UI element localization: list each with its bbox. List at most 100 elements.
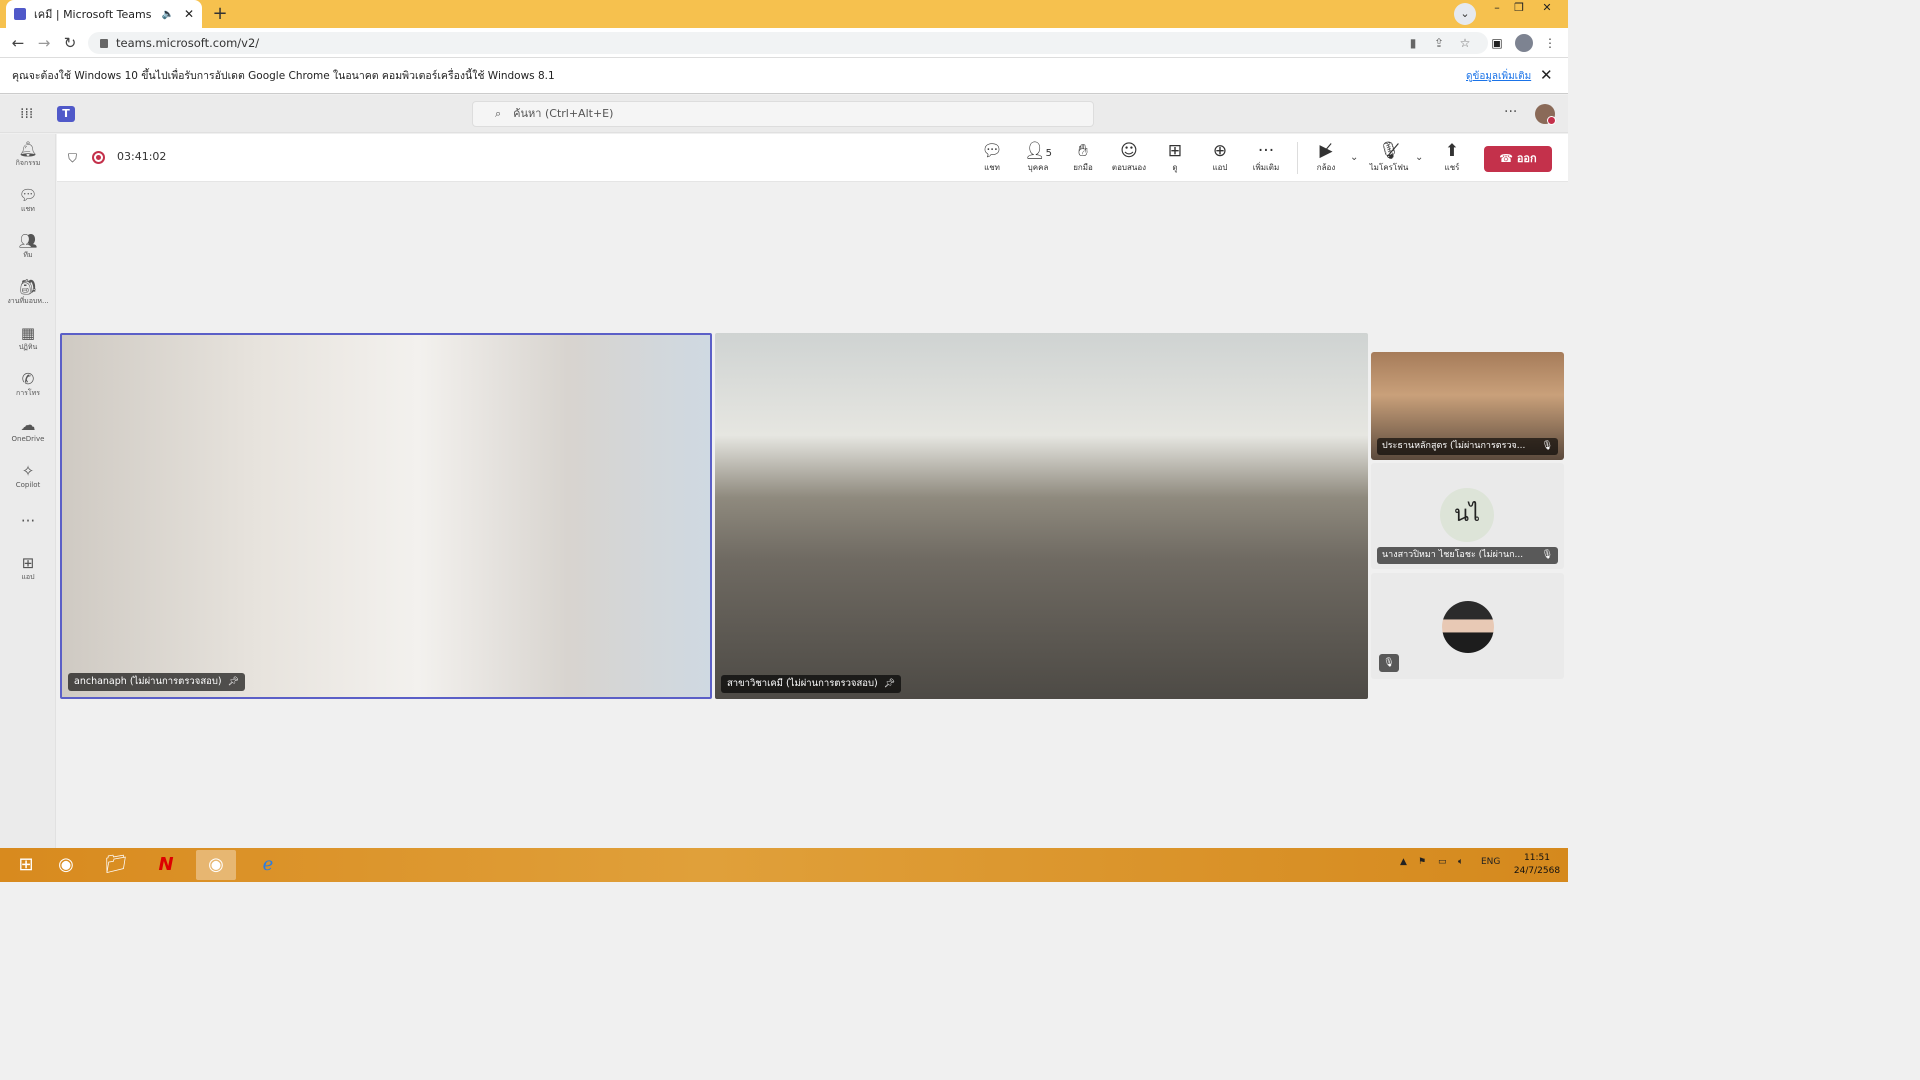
tray-flag-icon[interactable]: ⚑ xyxy=(1418,857,1426,867)
browser-tab-strip xyxy=(0,0,1568,28)
new-tab-button[interactable]: + xyxy=(208,4,232,24)
mic-options-chevron-icon[interactable]: ⌄ xyxy=(1415,152,1423,163)
tray-language[interactable]: ENG xyxy=(1481,857,1500,867)
address-bar[interactable]: teams.microsoft.com/v2/ xyxy=(88,32,1488,54)
rail-item-copilot[interactable]: ✧ Copilot xyxy=(0,462,56,490)
rail-label: กิจกรรม xyxy=(15,159,41,167)
taskbar-clock[interactable]: 11:51 24/7/2568 xyxy=(1512,852,1562,878)
rail-label: ปฏิทิน xyxy=(18,343,38,351)
camera-button[interactable]: ▶̸ กล้อง xyxy=(1303,140,1349,174)
close-window-icon[interactable]: ✕ xyxy=(1536,0,1558,18)
camera-off-icon: ▶̸ xyxy=(1319,141,1333,161)
rail-label: Copilot xyxy=(15,481,41,489)
chrome-active-icon[interactable]: ◉ xyxy=(196,850,236,880)
share-page-icon[interactable]: ⇪ xyxy=(1432,36,1446,50)
people-count: 5 xyxy=(1045,148,1052,159)
leave-label: ออก xyxy=(1516,152,1537,165)
participant-photo-avatar xyxy=(1442,601,1494,653)
browser-profile-avatar[interactable] xyxy=(1515,34,1533,52)
add-app-icon: ⊞ xyxy=(21,554,35,572)
participant-nametag: สาขาวิชาเคมี (ไม่ผ่านการตรวจสอบ) 📌︎ xyxy=(721,675,902,693)
participant-nametag: anchanaph (ไม่ผ่านการตรวจสอบ) 📌︎ xyxy=(68,673,246,691)
copilot-icon: ✧ xyxy=(21,462,35,480)
rail-item-more[interactable]: ··· xyxy=(0,512,56,530)
side-panel-icon[interactable]: ▣ xyxy=(1490,36,1504,50)
teams-logo-icon: T xyxy=(57,106,75,122)
search-placeholder: ค้นหา (Ctrl+Alt+E) xyxy=(513,107,614,120)
video-tile-speaker[interactable]: anchanaph (ไม่ผ่านการตรวจสอบ) 📌︎ xyxy=(60,333,712,699)
clock-time: 11:51 xyxy=(1524,853,1550,863)
tool-label: แชร์ xyxy=(1444,163,1460,172)
lock-icon xyxy=(100,39,108,48)
teams-search-input[interactable]: ⌕ ค้นหา (Ctrl+Alt+E) xyxy=(472,101,1094,127)
react-button[interactable]: ☺ ตอบสนอง xyxy=(1106,140,1152,174)
rail-item-activity[interactable]: 🔔︎ กิจกรรม xyxy=(0,140,56,168)
more-button[interactable]: ··· เพิ่มเติม xyxy=(1243,140,1289,174)
tool-label: บุคคล xyxy=(1027,163,1049,172)
chrome-icon[interactable]: ◉ xyxy=(46,850,86,880)
teams-icon: 👥︎ xyxy=(18,232,38,250)
windows-start-icon[interactable]: ⊞ xyxy=(6,850,46,880)
tray-expand-icon[interactable]: ▲ xyxy=(1400,857,1407,867)
apps-button[interactable]: ⊕ แอป xyxy=(1197,140,1243,174)
view-button[interactable]: ⊞ ดู xyxy=(1152,140,1198,174)
chat-button[interactable]: 💬︎ แชท xyxy=(969,140,1015,174)
shield-icon[interactable]: ⛉ xyxy=(68,151,77,166)
reload-icon[interactable]: ↻ xyxy=(60,33,80,53)
search-icon: ⌕ xyxy=(495,107,502,120)
tray-volume-icon[interactable]: 🔈︎ xyxy=(1458,857,1463,867)
participant-initials-avatar: นไ xyxy=(1440,488,1494,542)
tab-search-icon[interactable]: ⌄ xyxy=(1454,3,1476,25)
rail-label: แชท xyxy=(21,205,35,213)
back-arrow-icon[interactable]: ← xyxy=(8,33,28,53)
settings-more-icon[interactable]: ··· xyxy=(1504,104,1517,120)
browser-tab-active[interactable]: เคมี | Microsoft Teams 🔈 ✕ xyxy=(6,0,202,28)
camera-options-chevron-icon[interactable]: ⌄ xyxy=(1350,152,1358,163)
rail-item-teams[interactable]: 👥︎ ทีม xyxy=(0,232,56,260)
raise-hand-button[interactable]: ✋︎ ยกมือ xyxy=(1060,140,1106,174)
leave-button[interactable]: ☎︎ ออก xyxy=(1484,146,1552,172)
app-n-icon[interactable]: N xyxy=(146,850,186,880)
bookmark-star-icon[interactable]: ☆ xyxy=(1458,36,1472,50)
tab-title: เคมี | Microsoft Teams xyxy=(34,8,152,21)
phone-icon: ✆ xyxy=(21,370,35,388)
pin-icon[interactable]: 📌︎ xyxy=(228,677,239,687)
rail-item-chat[interactable]: 💬︎ แชท xyxy=(0,186,56,214)
browser-menu-icon[interactable]: ⋮ xyxy=(1543,36,1557,50)
video-tile-room[interactable]: สาขาวิชาเคมี (ไม่ผ่านการตรวจสอบ) 📌︎ xyxy=(715,333,1368,699)
mic-muted-icon: 🎙︎ xyxy=(1541,550,1553,560)
rail-label: แอป xyxy=(21,573,35,581)
mic-muted-icon: 🎙︎ xyxy=(1379,654,1399,672)
url-text: teams.microsoft.com/v2/ xyxy=(116,36,260,50)
restore-window-icon[interactable]: ❐ xyxy=(1508,0,1530,18)
rail-item-calls[interactable]: ✆ การโทร xyxy=(0,370,56,398)
pin-icon[interactable]: 📌︎ xyxy=(884,679,895,689)
app-launcher-icon[interactable]: ⁞⁞⁞ xyxy=(20,106,36,122)
infobar-close-icon[interactable]: ✕ xyxy=(1540,66,1553,84)
close-tab-icon[interactable]: ✕ xyxy=(184,7,194,21)
toolbar-divider xyxy=(1297,142,1298,174)
chat-icon: 💬︎ xyxy=(981,141,1003,161)
tool-label: ตอบสนอง xyxy=(1111,163,1147,172)
speaker-icon[interactable]: 🔈 xyxy=(161,9,173,20)
file-explorer-icon[interactable]: 📁︎ xyxy=(96,850,136,880)
share-screen-icon: ⬆︎ xyxy=(1444,141,1460,161)
minimize-window-icon[interactable]: – xyxy=(1486,0,1508,18)
forward-arrow-icon[interactable]: → xyxy=(34,33,54,53)
share-button[interactable]: ⬆︎ แชร์ xyxy=(1429,140,1475,174)
mic-button[interactable]: 🎙︎̸ ไมโครโฟน xyxy=(1366,140,1412,174)
infobar-learn-more-link[interactable]: ดูข้อมูลเพิ่มเติม xyxy=(1466,69,1531,84)
people-button[interactable]: 👤︎5 บุคคล xyxy=(1015,140,1061,174)
rail-item-calendar[interactable]: ▦ ปฏิทิน xyxy=(0,324,56,352)
camera-blocked-icon[interactable]: ▮ xyxy=(1406,36,1420,50)
rail-item-assignments[interactable]: 🎒︎ งานที่มอบห... xyxy=(0,278,56,306)
tray-network-icon[interactable]: ▭ xyxy=(1438,857,1447,867)
internet-explorer-icon[interactable]: ℯ xyxy=(248,850,288,880)
calendar-icon: ▦ xyxy=(20,324,36,342)
cloud-icon: ☁︎ xyxy=(20,416,36,434)
more-icon: ··· xyxy=(1257,141,1275,161)
user-avatar[interactable] xyxy=(1535,104,1556,125)
rail-item-onedrive[interactable]: ☁︎ OneDrive xyxy=(0,416,56,444)
rail-item-apps[interactable]: ⊞ แอป xyxy=(0,554,56,582)
side-video-tile-1[interactable]: ประธานหลักสูตร (ไม่ผ่านการตรวจ... 🎙︎ xyxy=(1371,352,1564,460)
